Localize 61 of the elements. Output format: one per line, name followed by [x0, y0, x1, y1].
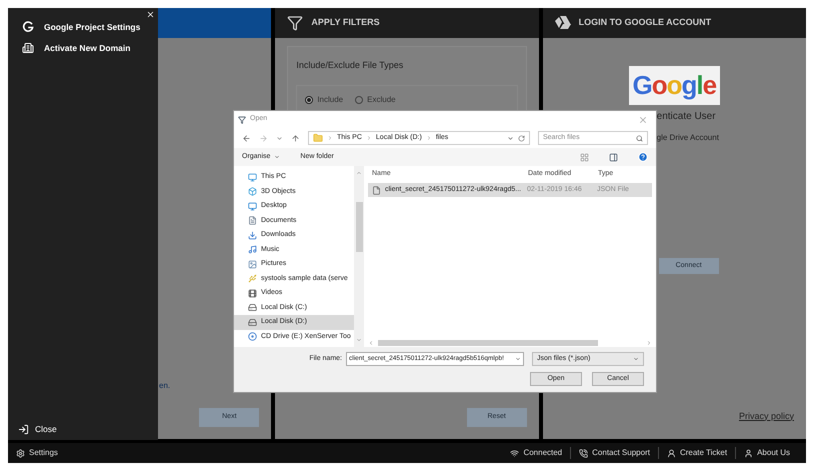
caret-icon	[633, 356, 639, 362]
g-icon	[22, 21, 34, 34]
preview-pane-icon[interactable]	[609, 152, 618, 162]
chevron-icon	[327, 135, 333, 141]
scroll-right-icon[interactable]	[646, 340, 652, 346]
filter-icon	[287, 15, 304, 31]
file-icon	[372, 186, 381, 194]
help-icon[interactable]	[638, 152, 648, 162]
forward-icon[interactable]	[259, 134, 268, 142]
subtitle: gle Drive Account	[656, 132, 719, 144]
card-title: Include/Exclude File Types	[296, 59, 404, 72]
privacy-link[interactable]: Privacy policy	[738, 410, 794, 423]
item-icon	[248, 187, 257, 196]
status-icon	[510, 448, 520, 458]
panel-title: LOGIN TO GOOGLE ACCOUNT	[578, 16, 712, 30]
status-item[interactable]: Contact Support	[570, 447, 658, 459]
panel-title: APPLY FILTERS	[311, 16, 380, 30]
back-icon[interactable]	[242, 134, 251, 142]
sidebar-item[interactable]: Google Project Settings	[22, 21, 144, 34]
item-icon	[248, 172, 257, 182]
refresh-icon[interactable]	[518, 134, 525, 142]
item-icon	[248, 216, 257, 226]
scroll-left-icon[interactable]	[368, 340, 374, 346]
settings-button[interactable]: Settings	[16, 447, 58, 459]
item-icon	[248, 332, 257, 342]
item-icon	[248, 202, 257, 211]
status-icon	[666, 448, 676, 458]
item-icon	[248, 318, 257, 327]
caret-icon	[274, 154, 280, 160]
settings-icon	[16, 448, 25, 458]
scroll-up-icon[interactable]	[356, 170, 362, 176]
up-icon[interactable]	[291, 134, 300, 142]
search-icon	[636, 134, 643, 142]
caret-icon[interactable]	[507, 134, 514, 142]
status-item[interactable]: About Us	[735, 447, 798, 459]
exit-icon	[18, 424, 29, 436]
item-icon	[248, 274, 257, 284]
item-icon	[248, 230, 257, 240]
caret-icon	[515, 356, 521, 362]
item-icon	[248, 303, 257, 312]
item-icon	[248, 288, 257, 298]
item-icon	[248, 260, 257, 269]
scrollbar[interactable]	[354, 166, 364, 347]
status-icon	[744, 448, 754, 458]
folder-icon	[313, 133, 323, 143]
sidebar-item[interactable]: Activate New Domain	[22, 42, 144, 54]
close-button[interactable]: Close	[8, 423, 158, 436]
item-icon	[248, 245, 257, 254]
status-item[interactable]: Connected	[502, 447, 570, 459]
building-icon	[22, 42, 34, 54]
view-icon[interactable]	[580, 152, 589, 162]
scroll-down-icon[interactable]	[356, 337, 362, 343]
caret-icon[interactable]	[276, 134, 283, 142]
close-icon[interactable]	[146, 10, 155, 19]
chevron-icon	[366, 135, 372, 141]
heading: enticate User	[656, 110, 716, 124]
drive-icon	[554, 16, 571, 30]
chevron-icon	[426, 135, 432, 141]
google-logo: Google	[628, 66, 720, 105]
status-item[interactable]: Create Ticket	[658, 447, 736, 459]
status-icon	[579, 448, 588, 458]
